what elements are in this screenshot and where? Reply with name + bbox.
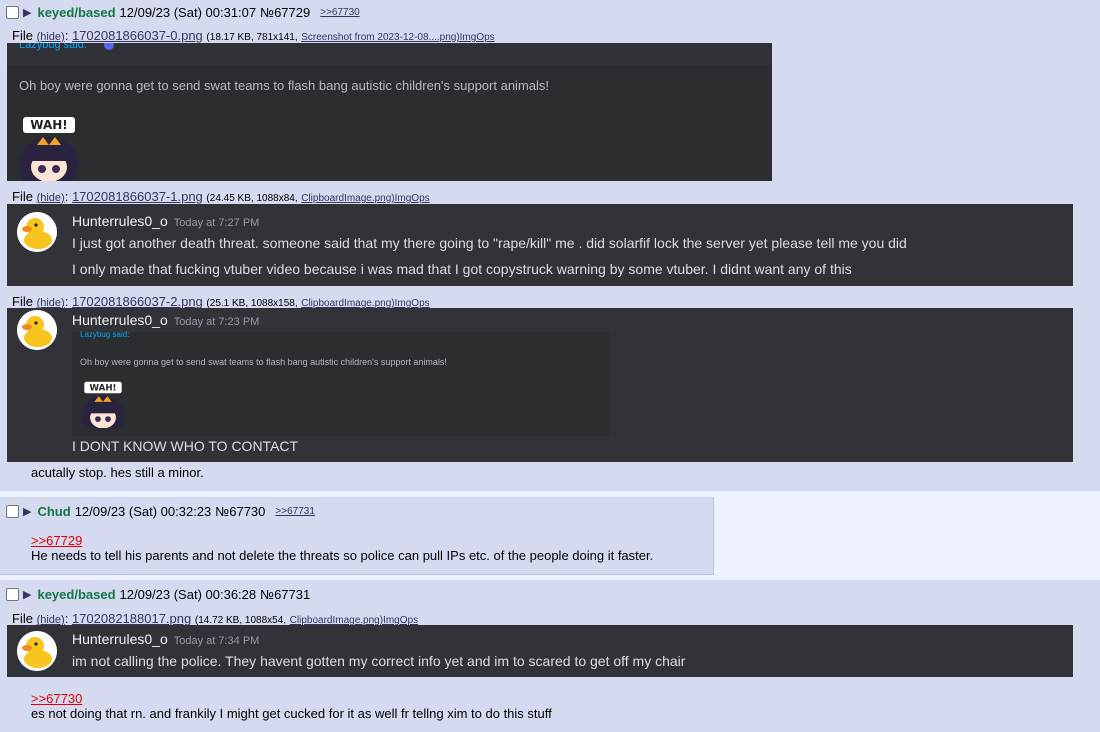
file-name-link[interactable]: 1702081866037-2.png [72, 294, 203, 309]
quote-link[interactable]: >>67730 [31, 691, 82, 706]
file-meta: (24.45 KB, 1088x84, [206, 193, 298, 204]
post-message: acutally stop. hes still a minor. [31, 465, 204, 480]
post-header: ▶ keyed/based 12/09/23 (Sat) 00:36:28 №6… [6, 587, 310, 602]
embedded-screenshot: Lazybug said: Oh boy were gonna get to s… [72, 330, 610, 437]
duck-avatar-icon [17, 631, 57, 671]
post-menu-arrow-icon[interactable]: ▶ [23, 505, 31, 518]
file-source-link[interactable]: Screenshot from 2023-12-08....png)ImgOps [301, 32, 494, 43]
post-header: ▶ Chud 12/09/23 (Sat) 00:32:23 №67730 >>… [6, 504, 315, 519]
post-67729: ▶ keyed/based 12/09/23 (Sat) 00:31:07 №6… [0, 0, 1100, 491]
discord-username: Hunterrules0_o Today at 7:23 PM [72, 312, 260, 328]
file-source-link[interactable]: ClipboardImage.png)ImgOps [301, 193, 429, 204]
file-name-link[interactable]: 1702081866037-1.png [72, 189, 203, 204]
file-info: File (hide): 1702081866037-1.png (24.45 … [12, 189, 430, 204]
quote-link[interactable]: >>67729 [31, 533, 82, 548]
discord-message-line: im not calling the police. They havent g… [72, 653, 686, 669]
quoted-user-label: Lazybug said: [80, 330, 130, 339]
attached-image[interactable]: Lazybug said: Oh boy were gonna get to s… [7, 43, 772, 181]
hide-file-link[interactable]: (hide) [37, 31, 65, 43]
post-select-checkbox[interactable] [6, 588, 19, 601]
svg-text:WAH!: WAH! [90, 383, 117, 393]
file-name-link[interactable]: 1702082188017.png [72, 611, 191, 626]
file-label: File [12, 28, 33, 43]
post-number[interactable]: №67731 [260, 587, 310, 602]
file-info: File (hide): 1702082188017.png (14.72 KB… [12, 611, 419, 626]
post-date: 12/09/23 (Sat) 00:36:28 [119, 587, 257, 602]
duck-avatar-icon [17, 212, 57, 252]
backlink[interactable]: >>67731 [275, 506, 315, 517]
quoted-text: Oh boy were gonna get to send swat teams… [19, 78, 549, 93]
post-message: es not doing that rn. and frankily I mig… [31, 706, 552, 721]
quoted-user-label: Lazybug said: [19, 43, 87, 51]
post-message: He needs to tell his parents and not del… [31, 548, 654, 563]
post-menu-arrow-icon[interactable]: ▶ [23, 588, 31, 601]
wah-sticker-icon: WAH! [17, 115, 81, 181]
attached-image[interactable]: Hunterrules0_o Today at 7:27 PM I just go… [7, 204, 1073, 286]
file-info: File (hide): 1702081866037-2.png (25.1 K… [12, 294, 430, 309]
file-label: File [12, 189, 33, 204]
discord-message-line: I DONT KNOW WHO TO CONTACT [72, 438, 299, 454]
quoted-text: Oh boy were gonna get to send swat teams… [80, 357, 447, 367]
post-date: 12/09/23 (Sat) 00:32:23 [74, 504, 212, 519]
discord-message-line: I just got another death threat. someone… [72, 235, 907, 251]
post-67730: ▶ Chud 12/09/23 (Sat) 00:32:23 №67730 >>… [0, 497, 714, 575]
discord-username: Hunterrules0_o Today at 7:27 PM [72, 213, 260, 229]
post-number[interactable]: №67729 [260, 5, 310, 20]
svg-text:WAH!: WAH! [30, 118, 68, 132]
post-select-checkbox[interactable] [6, 6, 19, 19]
file-meta: (18.17 KB, 781x141, [206, 32, 298, 43]
attached-image[interactable]: Hunterrules0_o Today at 7:34 PM im not ca… [7, 625, 1073, 677]
poster-name: Chud [37, 504, 71, 519]
file-label: File [12, 294, 33, 309]
post-number[interactable]: №67730 [215, 504, 265, 519]
attached-image[interactable]: Hunterrules0_o Today at 7:23 PM Lazybug s… [7, 308, 1073, 462]
discord-message-line: I only made that fucking vtuber video be… [72, 261, 852, 277]
duck-avatar-icon [17, 310, 57, 350]
file-name-link[interactable]: 1702081866037-0.png [72, 28, 203, 43]
post-header: ▶ keyed/based 12/09/23 (Sat) 00:31:07 №6… [6, 5, 360, 20]
post-menu-arrow-icon[interactable]: ▶ [23, 6, 31, 19]
discord-username: Hunterrules0_o Today at 7:34 PM [72, 631, 260, 647]
poster-name: keyed/based [37, 587, 116, 602]
backlink[interactable]: >>67730 [320, 7, 360, 18]
file-info: File (hide): 1702081866037-0.png (18.17 … [12, 28, 495, 43]
wah-sticker-icon: WAH! [80, 380, 126, 437]
hide-file-link[interactable]: (hide) [37, 192, 65, 204]
file-label: File [12, 611, 33, 626]
post-select-checkbox[interactable] [6, 505, 19, 518]
poster-name: keyed/based [37, 5, 116, 20]
post-67731: ▶ keyed/based 12/09/23 (Sat) 00:36:28 №6… [0, 580, 1100, 732]
post-date: 12/09/23 (Sat) 00:31:07 [119, 5, 257, 20]
